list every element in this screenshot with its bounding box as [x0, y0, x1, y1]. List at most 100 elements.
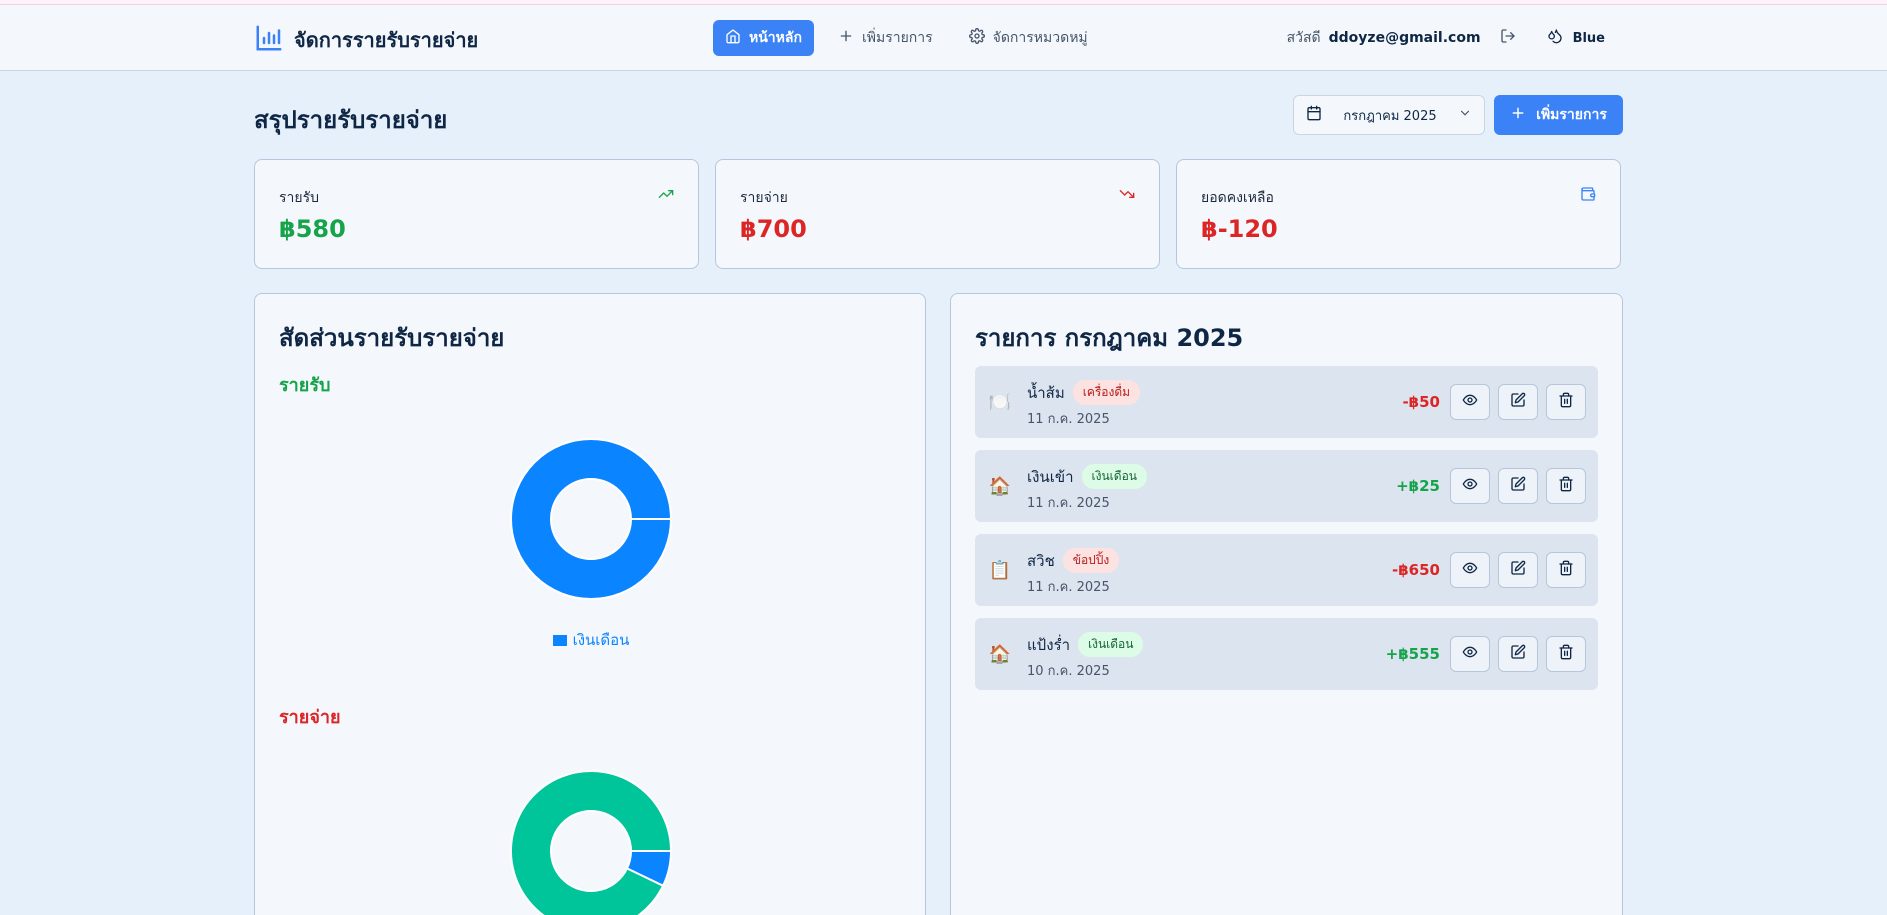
gear-icon — [968, 28, 985, 48]
edit-button[interactable] — [1498, 636, 1538, 672]
edit-icon — [1510, 644, 1526, 664]
trending-down-icon — [1119, 186, 1135, 206]
brand[interactable]: จัดการรายรับรายจ่าย — [254, 23, 478, 57]
view-button[interactable] — [1450, 468, 1490, 504]
transaction-name: สวิช — [1027, 551, 1055, 570]
category-icon: 🍽️ — [988, 391, 1012, 413]
bar-chart-icon — [254, 23, 284, 57]
transaction-name: เงินเข้า — [1027, 467, 1074, 486]
view-button[interactable] — [1450, 384, 1490, 420]
income-legend[interactable]: เงินเดือน — [255, 628, 927, 652]
expense-pie-chart — [510, 770, 673, 915]
logout-button[interactable] — [1495, 25, 1521, 51]
pie-slice-0[interactable] — [510, 770, 673, 915]
delete-button[interactable] — [1546, 468, 1586, 504]
legend-swatch — [552, 634, 567, 646]
category-badge: เงินเดือน — [1078, 632, 1144, 657]
nav-add-transaction[interactable]: เพิ่มรายการ — [826, 20, 945, 56]
chevron-down-icon — [1458, 106, 1472, 124]
income-card-title: รายรับ — [279, 190, 319, 206]
eye-icon — [1462, 644, 1478, 664]
edit-icon — [1510, 392, 1526, 412]
eye-icon — [1462, 476, 1478, 496]
ratio-panel: สัดส่วนรายรับรายจ่าย รายรับ เงินเดือน รา… — [254, 293, 926, 915]
income-card: รายรับ ฿580 — [254, 159, 699, 269]
expense-chart-label: รายจ่าย — [279, 707, 341, 728]
transaction-row[interactable]: 🏠 เงินเข้า เงินเดือน 11 ก.ค. 2025 +฿25 — [975, 450, 1598, 522]
category-badge: ข้อปปิ้ง — [1062, 548, 1120, 573]
greeting: สวัสดี — [1286, 30, 1321, 46]
nav-manage-categories[interactable]: จัดการหมวดหมู่ — [957, 20, 1100, 56]
transaction-date: 11 ก.ค. 2025 — [1027, 580, 1110, 595]
plus-icon — [838, 28, 854, 48]
transactions-panel-title: รายการ กรกฎาคม 2025 — [975, 324, 1244, 352]
transaction-row[interactable]: 📋 สวิช ข้อปปิ้ง 11 ก.ค. 2025 -฿650 — [975, 534, 1598, 606]
delete-button[interactable] — [1546, 636, 1586, 672]
transaction-name-line: น้ำส้ม เครื่องดื่ม — [1027, 380, 1141, 405]
balance-card-title: ยอดคงเหลือ — [1201, 190, 1274, 206]
transaction-name: แป้งร่ำ — [1027, 635, 1070, 654]
income-chart-label: รายรับ — [279, 375, 331, 396]
logout-icon — [1500, 28, 1516, 48]
nav-home[interactable]: หน้าหลัก — [713, 20, 814, 56]
transaction-amount: -฿650 — [1392, 561, 1440, 579]
delete-button[interactable] — [1546, 552, 1586, 588]
transaction-actions — [1450, 636, 1586, 672]
navbar: จัดการรายรับรายจ่าย หน้าหลัก เพิ่มรายการ… — [0, 5, 1887, 71]
category-badge: เงินเดือน — [1081, 464, 1147, 489]
transaction-date: 11 ก.ค. 2025 — [1027, 496, 1110, 511]
transaction-row[interactable]: 🍽️ น้ำส้ม เครื่องดื่ม 11 ก.ค. 2025 -฿50 — [975, 366, 1598, 438]
edit-button[interactable] — [1498, 552, 1538, 588]
ratio-panel-title: สัดส่วนรายรับรายจ่าย — [279, 324, 505, 352]
nav-links: หน้าหลัก เพิ่มรายการ จัดการหมวดหมู่ — [713, 20, 1100, 56]
view-button[interactable] — [1450, 552, 1490, 588]
transaction-amount: -฿50 — [1402, 393, 1440, 411]
home-icon — [725, 28, 741, 48]
app-title: จัดการรายรับรายจ่าย — [294, 28, 479, 52]
eye-icon — [1462, 560, 1478, 580]
month-select-value: กรกฎาคม 2025 — [1343, 108, 1437, 124]
income-pie-chart — [509, 438, 673, 600]
transaction-actions — [1450, 468, 1586, 504]
balance-card-value: ฿-120 — [1201, 215, 1278, 243]
theme-label: Blue — [1572, 30, 1605, 46]
month-select[interactable]: กรกฎาคม 2025 — [1293, 95, 1485, 135]
trending-up-icon — [658, 186, 674, 206]
delete-button[interactable] — [1546, 384, 1586, 420]
nav-add-label: เพิ่มรายการ — [861, 30, 933, 46]
edit-button[interactable] — [1498, 384, 1538, 420]
user-area: สวัสดี ddoyze@gmail.com Blue — [1287, 25, 1613, 51]
droplets-icon — [1547, 28, 1563, 48]
transaction-name-line: เงินเข้า เงินเดือน — [1027, 464, 1147, 489]
plus-icon — [1510, 105, 1526, 125]
transaction-actions — [1450, 552, 1586, 588]
trash-icon — [1558, 560, 1574, 580]
balance-card: ยอดคงเหลือ ฿-120 — [1176, 159, 1621, 269]
transaction-date: 10 ก.ค. 2025 — [1027, 664, 1110, 679]
category-badge: เครื่องดื่ม — [1072, 380, 1141, 405]
transaction-date: 11 ก.ค. 2025 — [1027, 412, 1110, 427]
calendar-icon — [1306, 105, 1322, 125]
category-icon: 📋 — [988, 559, 1012, 581]
income-card-value: ฿580 — [279, 215, 346, 243]
view-button[interactable] — [1450, 636, 1490, 672]
eye-icon — [1462, 392, 1478, 412]
theme-button[interactable]: Blue — [1539, 28, 1613, 48]
page-title: สรุปรายรับรายจ่าย — [254, 106, 448, 134]
edit-button[interactable] — [1498, 468, 1538, 504]
edit-icon — [1510, 476, 1526, 496]
add-transaction-button[interactable]: เพิ่มรายการ — [1494, 95, 1623, 135]
transaction-name-line: แป้งร่ำ เงินเดือน — [1027, 632, 1144, 657]
transaction-name-line: สวิช ข้อปปิ้ง — [1027, 548, 1120, 573]
category-icon: 🏠 — [988, 643, 1012, 665]
nav-home-label: หน้าหลัก — [749, 30, 802, 46]
transactions-panel: รายการ กรกฎาคม 2025 🍽️ น้ำส้ม เครื่องดื่… — [950, 293, 1623, 915]
trash-icon — [1558, 392, 1574, 412]
transaction-name: น้ำส้ม — [1027, 383, 1065, 402]
transaction-amount: +฿555 — [1385, 645, 1440, 663]
transaction-actions — [1450, 384, 1586, 420]
wallet-icon — [1580, 186, 1596, 206]
expense-card-title: รายจ่าย — [740, 190, 788, 206]
trash-icon — [1558, 644, 1574, 664]
transaction-row[interactable]: 🏠 แป้งร่ำ เงินเดือน 10 ก.ค. 2025 +฿555 — [975, 618, 1598, 690]
